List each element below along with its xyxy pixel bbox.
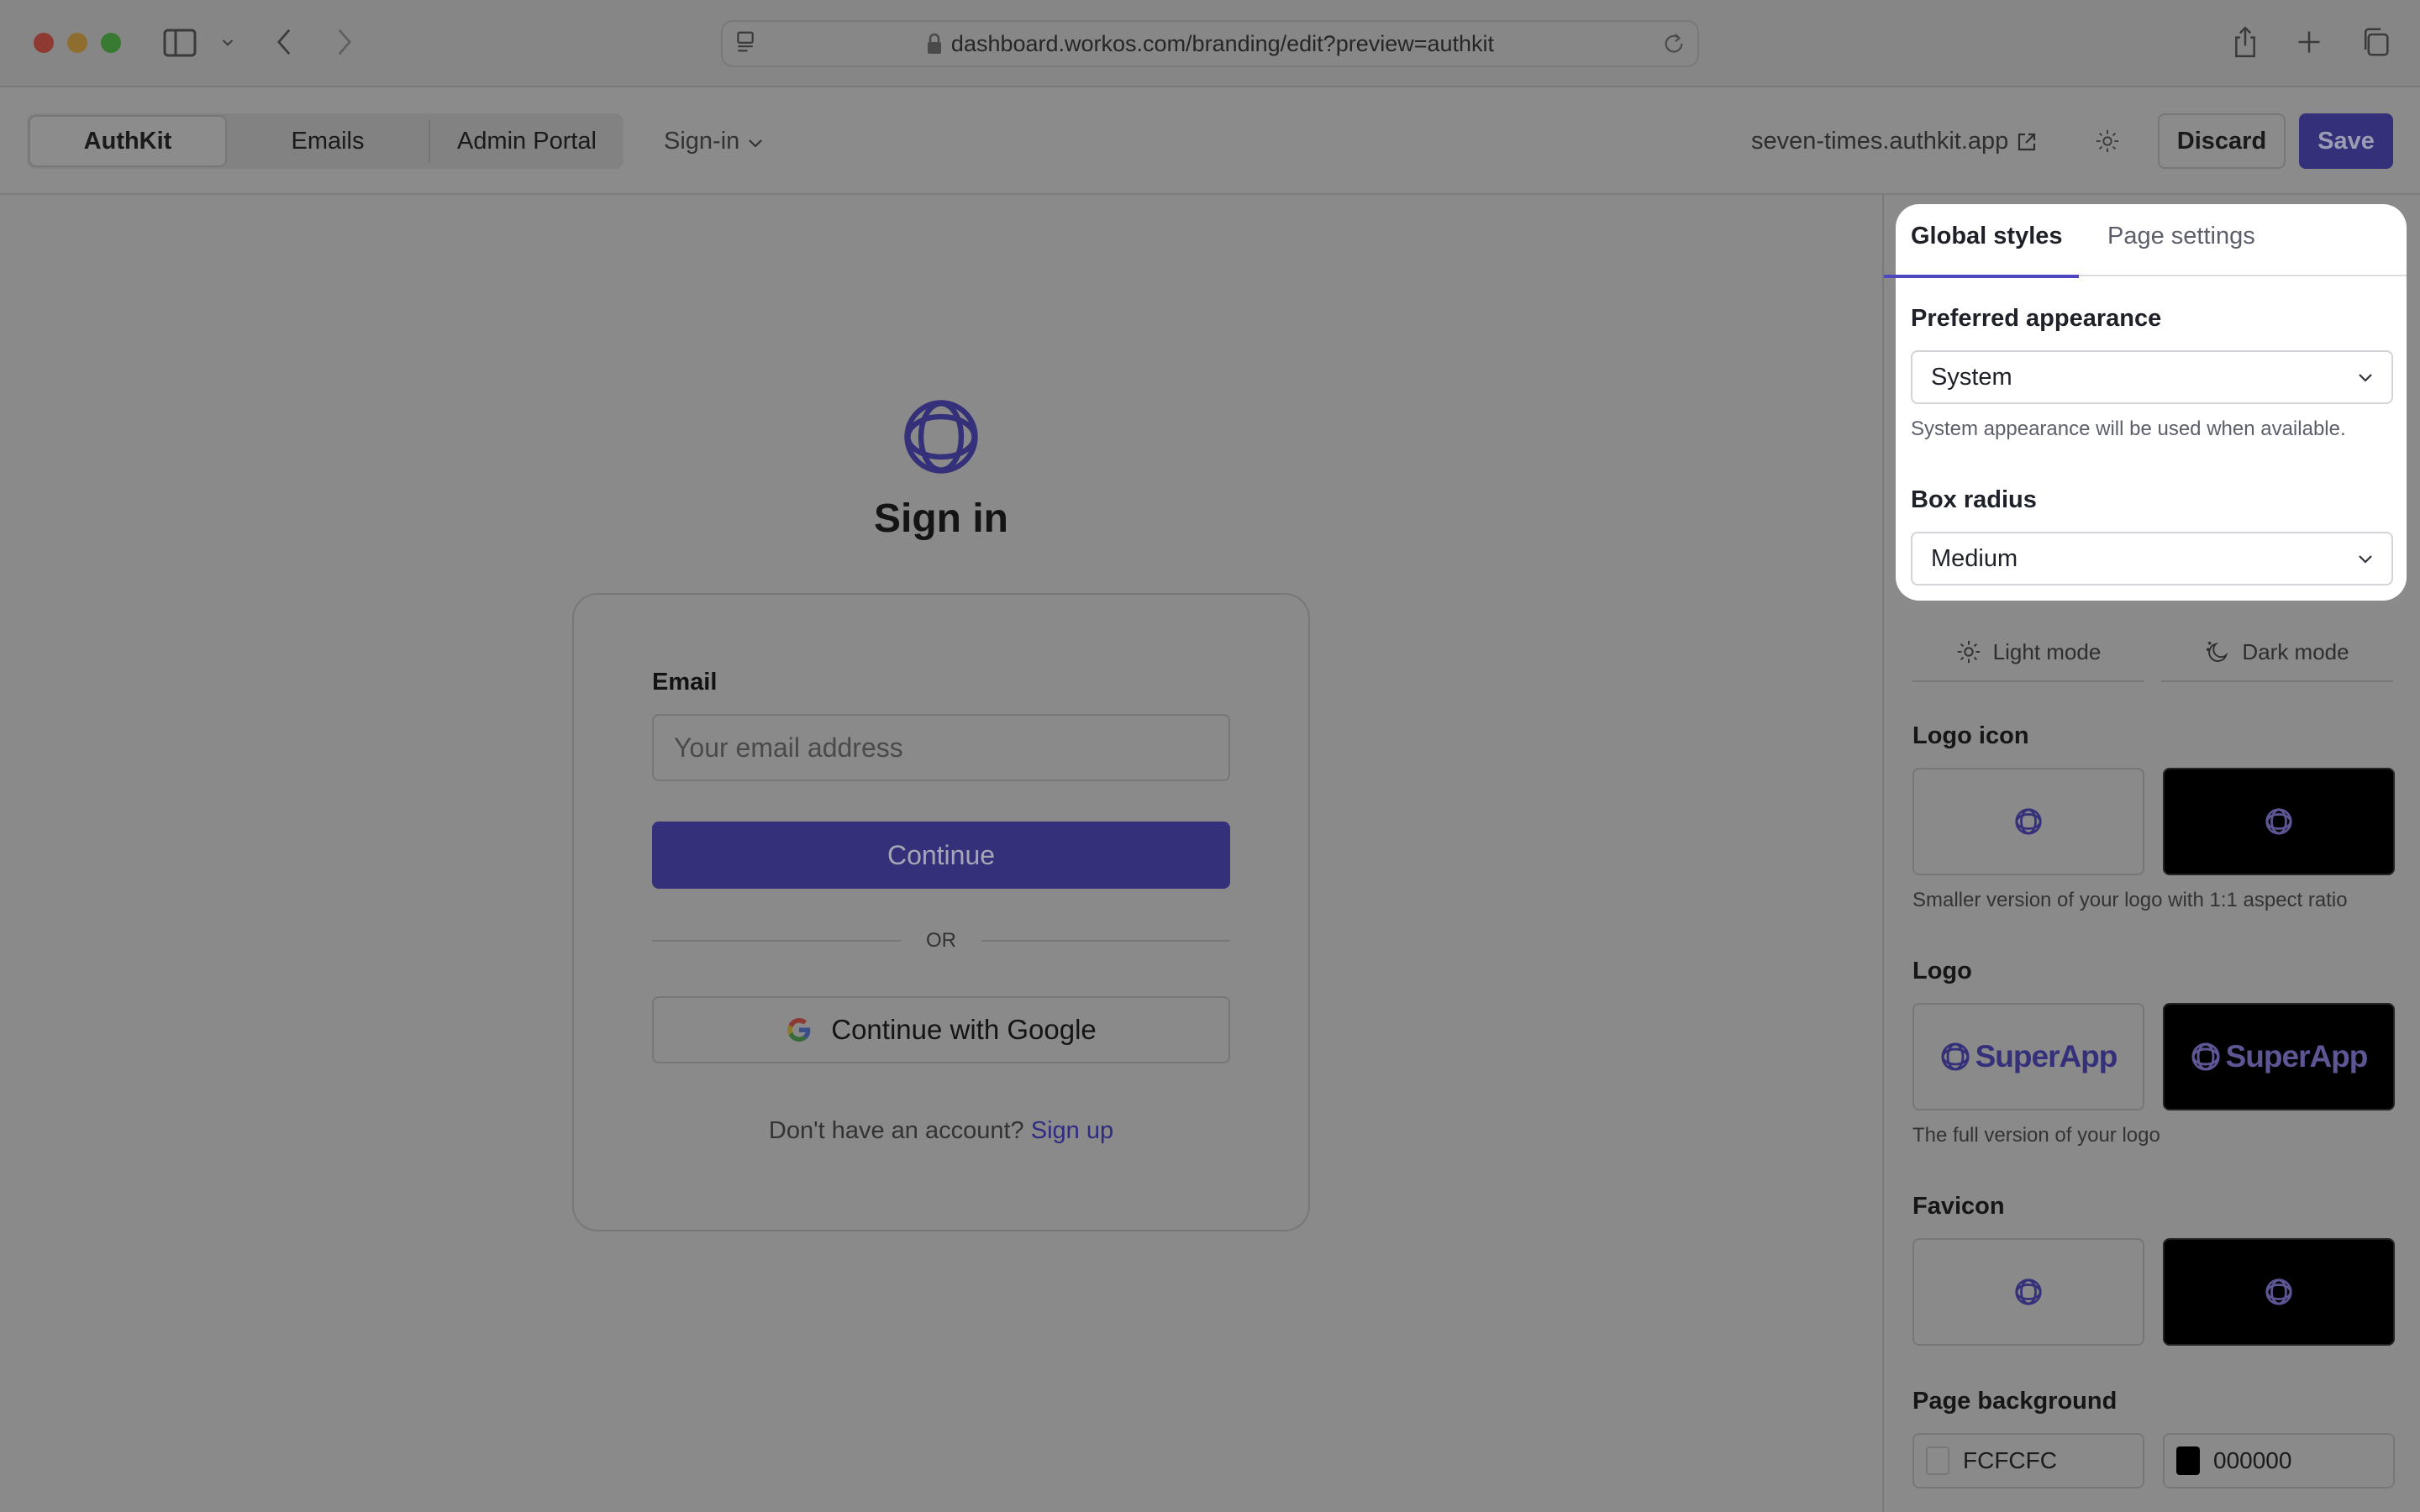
logo-help: The full version of your logo — [1912, 1124, 2160, 1147]
tab-authkit[interactable]: AuthKit — [29, 115, 227, 167]
logo-dark-upload[interactable]: SuperApp — [2163, 1003, 2395, 1110]
dark-mode-label: Dark mode — [2242, 638, 2349, 664]
box-radius-select[interactable]: Medium — [1911, 532, 2393, 585]
logo-icon-help: Smaller version of your logo with 1:1 as… — [1912, 889, 2348, 911]
or-text: OR — [926, 929, 956, 952]
divider-line — [652, 940, 901, 942]
favicon-light — [2015, 1278, 2042, 1305]
page-background-light-value: FCFCFC — [1963, 1447, 2057, 1473]
box-radius-label: Box radius — [1911, 486, 2037, 513]
page-background-light-input[interactable]: FCFCFC — [1912, 1433, 2144, 1488]
active-tab-indicator — [1884, 275, 2079, 278]
tab-light-mode[interactable]: Light mode — [1912, 623, 2144, 682]
logo-icon-dark — [2265, 808, 2292, 835]
page-background-label: Page background — [1912, 1388, 2118, 1415]
moon-icon — [2207, 641, 2228, 662]
logo-dark: SuperApp — [2191, 1039, 2368, 1074]
url-text: dashboard.workos.com/branding/edit?previ… — [950, 30, 1495, 56]
preferred-appearance-label: Preferred appearance — [1911, 305, 2162, 332]
tab-global-styles[interactable]: Global styles — [1911, 223, 2063, 250]
back-icon[interactable] — [269, 25, 299, 59]
google-button-label: Continue with Google — [831, 1014, 1097, 1045]
tab-admin-portal[interactable]: Admin Portal — [430, 113, 623, 169]
page-dropdown-label: Sign-in — [664, 127, 740, 155]
logo-icon-light — [2015, 808, 2042, 835]
external-link-icon — [2017, 131, 2037, 151]
continue-button[interactable]: Continue — [652, 822, 1230, 889]
address-bar[interactable]: dashboard.workos.com/branding/edit?previ… — [721, 20, 1699, 67]
window-minimize-button[interactable] — [67, 33, 87, 53]
box-radius-value: Medium — [1931, 544, 2018, 572]
share-icon[interactable] — [2230, 24, 2260, 60]
logo-wordmark: SuperApp — [1975, 1039, 2118, 1074]
preferred-appearance-help: System appearance will be used when avai… — [1911, 417, 2346, 440]
browser-toolbar: dashboard.workos.com/branding/edit?previ… — [0, 0, 2420, 87]
logo-icon-light-upload[interactable] — [1912, 768, 2144, 875]
window-zoom-button[interactable] — [101, 33, 121, 53]
domain-link-text: seven-times.authkit.app — [1751, 127, 2009, 155]
save-button[interactable]: Save — [2299, 113, 2393, 169]
theme-toggle-sun-icon[interactable] — [2087, 121, 2128, 161]
preferred-appearance-value: System — [1931, 363, 2012, 391]
page-background-dark-input[interactable]: 000000 — [2163, 1433, 2395, 1488]
chevron-down-icon — [748, 128, 763, 155]
email-label: Email — [652, 669, 718, 696]
tab-overview-icon[interactable] — [2358, 25, 2391, 59]
favicon-dark — [2265, 1278, 2292, 1305]
sun-icon — [1957, 640, 1980, 664]
divider-line — [981, 940, 1230, 942]
logo-icon-dark-upload[interactable] — [2163, 768, 2395, 875]
page-background-dark-value: 000000 — [2213, 1447, 2292, 1473]
google-icon — [787, 1018, 811, 1042]
lock-icon — [926, 33, 943, 55]
favicon-label: Favicon — [1912, 1193, 2005, 1220]
product-tabs: AuthKit Emails Admin Portal — [27, 113, 623, 169]
logo-icon-label: Logo icon — [1912, 722, 2029, 749]
discard-button[interactable]: Discard — [2158, 113, 2286, 169]
tab-dark-mode[interactable]: Dark mode — [2161, 623, 2393, 682]
logo-mark-icon — [2191, 1042, 2220, 1071]
window-close-button[interactable] — [34, 33, 54, 53]
logo-label: Logo — [1912, 958, 1972, 984]
domain-link[interactable]: seven-times.authkit.app — [1751, 113, 2037, 169]
signin-title: Sign in — [874, 496, 1008, 541]
settings-tabs: Global styles Page settings — [1884, 204, 2407, 278]
preferred-appearance-select[interactable]: System — [1911, 350, 2393, 404]
forward-icon[interactable] — [329, 25, 360, 59]
email-input[interactable] — [652, 714, 1230, 781]
global-styles-spotlight: Global styles Page settings Preferred ap… — [1884, 204, 2407, 601]
light-mode-label: Light mode — [1992, 638, 2102, 664]
logo-light: SuperApp — [1940, 1039, 2118, 1074]
reload-icon[interactable] — [1662, 32, 1687, 57]
signup-link[interactable]: Sign up — [1031, 1117, 1113, 1144]
signup-prompt: Don't have an account? — [768, 1117, 1024, 1144]
chevron-down-icon — [2359, 555, 2372, 564]
favicon-dark-upload[interactable] — [2163, 1238, 2395, 1346]
app-header: AuthKit Emails Admin Portal Sign-in seve… — [0, 89, 2420, 195]
mode-tabs: Light mode Dark mode — [1912, 623, 2393, 682]
color-swatch-light[interactable] — [1926, 1446, 1949, 1475]
brand-logo-icon — [904, 400, 978, 474]
tab-emails[interactable]: Emails — [227, 113, 429, 169]
or-divider: OR — [652, 924, 1230, 958]
favicon-light-upload[interactable] — [1912, 1238, 2144, 1346]
signup-row: Don't have an account? Sign up — [0, 1117, 1882, 1145]
logo-light-upload[interactable]: SuperApp — [1912, 1003, 2144, 1110]
logo-wordmark: SuperApp — [2225, 1039, 2369, 1074]
logo-mark-icon — [1941, 1042, 1970, 1071]
tab-page-settings[interactable]: Page settings — [2107, 223, 2255, 250]
chevron-down-icon — [2359, 374, 2372, 382]
page-dropdown[interactable]: Sign-in — [664, 113, 763, 169]
color-swatch-dark[interactable] — [2176, 1446, 2200, 1475]
chevron-down-icon[interactable] — [220, 29, 235, 57]
sidebar-toggle-icon[interactable] — [163, 29, 197, 57]
new-tab-icon[interactable] — [2294, 25, 2324, 59]
continue-with-google-button[interactable]: Continue with Google — [652, 996, 1230, 1063]
